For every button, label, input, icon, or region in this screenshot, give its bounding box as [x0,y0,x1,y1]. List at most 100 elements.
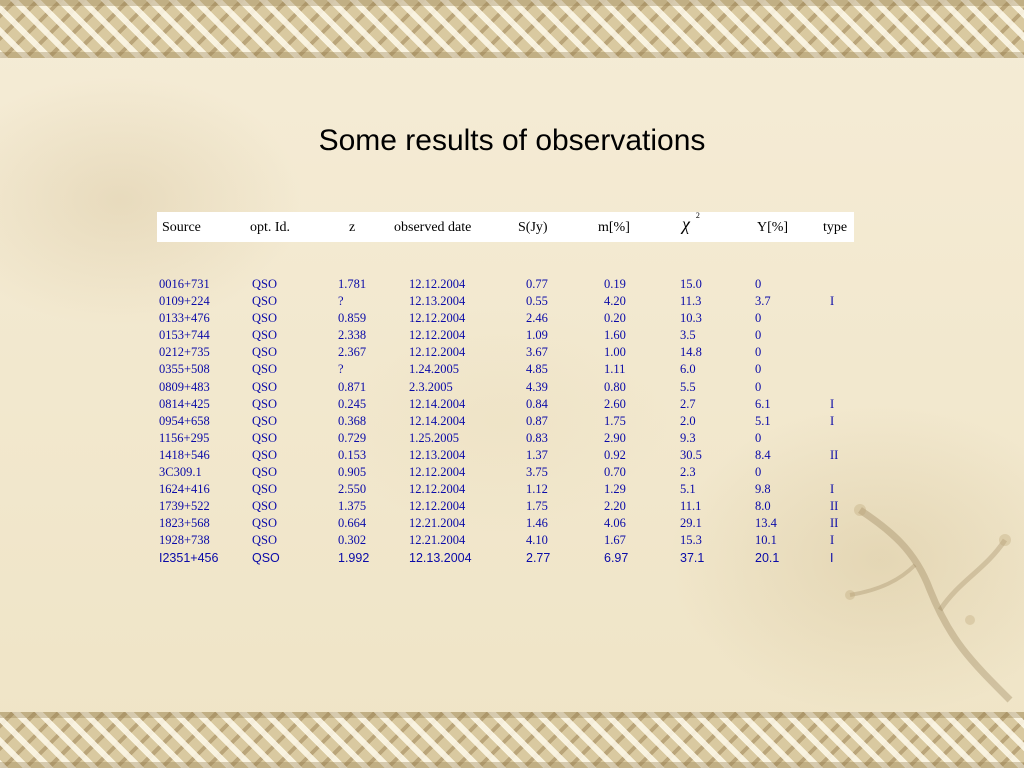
header-chi-squared: χ2 [682,211,700,235]
cell-source: 0016+731 [159,277,210,291]
cell-y: 8.4 [755,447,771,462]
cell-y: 10.1 [755,533,777,548]
cell-z: 0.245 [338,396,367,411]
cell-s: 1.46 [526,516,548,531]
cell-chi2: 11.3 [680,294,702,309]
header-observed-date: observed date [394,220,472,235]
cell-m: 1.00 [604,345,626,360]
header-s-jy: S(Jy) [518,220,548,235]
cell-source: I2351+456 [159,550,219,565]
cell-type: II [830,516,839,531]
cell-s: 0.77 [526,277,548,291]
cell-s: 2.77 [526,550,551,565]
cell-y: 0 [755,379,762,394]
cell-date: 12.12.2004 [409,482,466,497]
cell-m: 0.92 [604,447,626,462]
header-m-pct: m[%] [598,220,630,235]
cell-z: ? [338,362,344,377]
cell-s: 4.85 [526,362,548,377]
cell-date: 12.13.2004 [409,550,472,565]
cell-m: 1.75 [604,413,626,428]
cell-y: 20.1 [755,550,780,565]
cell-opt: QSO [252,379,278,394]
decorative-border-top [0,0,1024,58]
cell-chi2: 15.3 [680,533,702,548]
cell-z: 0.859 [338,311,367,326]
cell-y: 5.1 [755,413,771,428]
chi-symbol: χ [682,214,690,234]
cell-type: I [830,396,835,411]
cell-s: 0.83 [526,430,548,445]
table-header: Source opt. Id. z observed date S(Jy) m[… [157,211,854,242]
cell-opt: QSO [252,516,278,531]
cell-m: 1.67 [604,533,626,548]
cell-date: 12.12.2004 [409,328,466,343]
cell-y: 13.4 [755,516,777,531]
cell-y: 3.7 [755,294,771,309]
cell-z: 0.664 [338,516,367,531]
cell-date: 12.21.2004 [409,533,466,548]
cell-y: 0 [755,362,762,377]
cell-chi2: 9.3 [680,430,696,445]
cell-source: 0809+483 [159,379,210,394]
cell-z: 2.338 [338,328,367,343]
cell-z: 0.153 [338,447,367,462]
cell-y: 9.8 [755,482,771,497]
cell-s: 2.46 [526,311,548,326]
cell-type: I [830,550,834,565]
cell-date: 12.12.2004 [409,311,466,326]
cell-m: 0.19 [604,277,626,291]
cell-y: 8.0 [755,499,771,514]
cell-s: 1.75 [526,499,548,514]
cell-s: 3.75 [526,465,548,480]
cell-date: 2.3.2005 [409,379,453,394]
chi-superscript: 2 [695,211,700,221]
cell-type: I [830,533,835,548]
cell-m: 6.97 [604,550,629,565]
cell-source: 1418+546 [159,447,210,462]
cell-chi2: 2.7 [680,396,696,411]
cell-type: I [830,482,835,497]
cell-chi2: 5.5 [680,379,696,394]
cell-date: 1.25.2005 [409,430,459,445]
cell-date: 12.12.2004 [409,345,466,360]
cell-m: 4.20 [604,294,626,309]
cell-s: 1.37 [526,447,548,462]
cell-s: 0.55 [526,294,548,309]
cell-source: 3C309.1 [159,465,202,480]
cell-opt: QSO [252,413,278,428]
cell-opt: QSO [252,396,278,411]
cell-s: 4.10 [526,533,548,548]
cell-source: 0355+508 [159,362,210,377]
cell-opt: QSO [252,362,278,377]
cell-opt: QSO [252,550,280,565]
cell-chi2: 14.8 [680,345,702,360]
table-row: 0133+476 QSO 0.859 12.12.2004 2.46 0.20 10.3 0 [0,311,1024,328]
cell-chi2: 5.1 [680,482,696,497]
cell-opt: QSO [252,294,278,309]
cell-chi2: 2.3 [680,465,696,480]
cell-source: 1624+416 [159,482,210,497]
cell-source: 0109+224 [159,294,210,309]
cell-source: 0133+476 [159,311,210,326]
cell-chi2: 30.5 [680,447,702,462]
cell-z: 0.368 [338,413,367,428]
cell-source: 1156+295 [159,430,210,445]
cell-z: 1.781 [338,277,367,291]
cell-type: I [830,413,835,428]
cell-m: 2.90 [604,430,626,445]
cell-date: 12.13.2004 [409,294,466,309]
cell-s: 1.12 [526,482,548,497]
cell-date: 12.14.2004 [409,413,466,428]
cell-source: 0954+658 [159,413,210,428]
cell-date: 1.24.2005 [409,362,459,377]
header-z: z [349,220,356,235]
cell-m: 1.11 [604,362,626,377]
cell-chi2: 6.0 [680,362,696,377]
cell-m: 0.70 [604,465,626,480]
cell-opt: QSO [252,311,278,326]
cell-opt: QSO [252,465,278,480]
cell-z: 2.550 [338,482,367,497]
cell-date: 12.13.2004 [409,447,466,462]
cell-date: 12.12.2004 [409,277,466,291]
